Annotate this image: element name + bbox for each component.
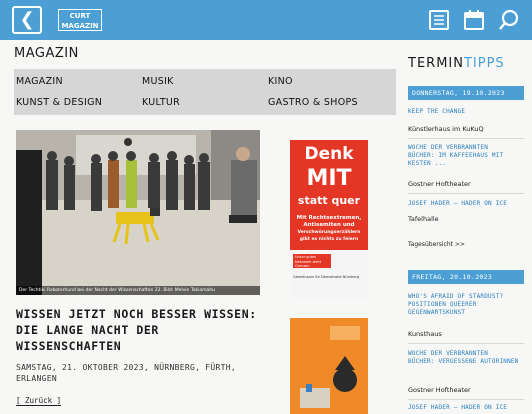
divider [408, 193, 524, 194]
logo-line1: CURT [69, 12, 91, 20]
event-location: Gostner Hoftheater [408, 180, 471, 188]
event-location: Tafelhalle [408, 215, 439, 223]
logo-line2: MAGAZIN [61, 22, 99, 30]
termin-tipps-heading: TERMINTIPPS [408, 56, 505, 71]
event-link-line1: WHO'S AFRAID OF STARDUST? [408, 293, 504, 300]
termin-title-a: TERMIN [408, 56, 464, 71]
top-bar: ❮ CURT MAGAZIN [0, 0, 532, 40]
event-link[interactable]: WHO'S AFRAID OF STARDUST? POSITIONEN QUE… [408, 293, 524, 317]
event-link[interactable]: KEEP THE CHANGE [408, 108, 524, 116]
newspaper-icon[interactable] [427, 8, 451, 32]
back-link[interactable]: [ Zurück ] [16, 396, 62, 406]
magazin-category-nav: MAGAZIN MUSIK KINO KUNST & DESIGN KULTUR… [14, 69, 396, 115]
nav-kino[interactable]: KINO [268, 76, 293, 87]
nav-musik[interactable]: MUSIK [142, 76, 174, 87]
search-icon[interactable] [497, 8, 521, 32]
ad-sub2: Antisemiten und [303, 222, 355, 228]
ad-line2: MIT [306, 166, 352, 191]
ad-lower-panel: Unser gutes Netzwerk zieht Grenzen Gemei… [290, 250, 368, 298]
event-location: Kunsthaus [408, 330, 442, 338]
article-title-line3: WISSENSCHAFTEN [16, 339, 122, 353]
ad-sub3: Verschwörungserzählern [297, 230, 361, 235]
ad-line3: statt quer [297, 194, 361, 207]
photo-caption: Der Techtiki Roboterhund bei der Nacht d… [16, 286, 260, 295]
ad-tag: Unser gutes Netzwerk zieht Grenzen [293, 254, 331, 268]
ad-line1: Denk [304, 144, 354, 164]
magazin-heading: MAGAZIN [14, 46, 79, 61]
divider [408, 399, 524, 400]
robot-dog-photo [16, 130, 260, 295]
event-location: Gostner Hoftheater [408, 386, 471, 394]
event-link[interactable]: JOSEF HADER – HADER ON ICE [408, 200, 524, 208]
termin-title-b: TIPPS [463, 56, 505, 71]
date-bar-day2: FREITAG, 20.10.2023 [408, 270, 524, 284]
event-link-line1: WOCHE DER VERBRANNTEN [408, 350, 489, 357]
divider [408, 138, 524, 139]
article-title-line2: DIE LANGE NACHT DER [16, 323, 159, 337]
date-bar-day1: DONNERSTAG, 19.10.2023 [408, 86, 524, 100]
event-link-line2: BÜCHER: VERGESSENE AUTORINNEN [408, 358, 519, 365]
nav-gastro-shops[interactable]: GASTRO & SHOPS [268, 97, 358, 108]
advert-orange[interactable] [290, 318, 368, 414]
event-link-line2: BÜCHER: IM KAFFEEHAUS MIT KESTEN ... [408, 152, 504, 167]
orange-ad-graphic [290, 318, 368, 414]
article-meta: SAMSTAG, 21. OKTOBER 2023, NÜRNBERG, FÜR… [16, 362, 260, 384]
day-overview-link[interactable]: Tagesübersicht >> [408, 241, 465, 248]
article-meta-line2: ERLANGEN [16, 374, 57, 383]
ad-sub4: gibt es nichts zu feiern [299, 237, 359, 242]
back-arrow-icon[interactable]: ❮ [12, 6, 42, 34]
advert-denk-mit[interactable]: Denk MIT statt quer Mit Rechtsextremen, … [290, 140, 368, 298]
divider [408, 343, 524, 344]
ad-sub1: Mit Rechtsextremen, [296, 215, 362, 221]
nav-kultur[interactable]: KULTUR [142, 97, 180, 108]
event-link[interactable]: WOCHE DER VERBRANNTEN BÜCHER: IM KAFFEEH… [408, 144, 524, 168]
event-link[interactable]: WOCHE DER VERBRANNTEN BÜCHER: VERGESSENE… [408, 350, 524, 366]
article-meta-line1: SAMSTAG, 21. OKTOBER 2023, NÜRNBERG, FÜR… [16, 363, 237, 372]
article-title[interactable]: WISSEN JETZT NOCH BESSER WISSEN: DIE LAN… [16, 306, 266, 354]
nav-kunst-design[interactable]: KUNST & DESIGN [16, 97, 102, 108]
event-link[interactable]: JOSEF HADER – HADER ON ICE [408, 404, 524, 412]
ad-footer: Gemeinsam für Demokratie Nürnberg [293, 275, 360, 279]
nav-magazin[interactable]: MAGAZIN [16, 76, 63, 87]
event-link-line2: POSITIONEN QUEERER GEGENWARTSKUNST [408, 301, 477, 316]
event-link-line1: WOCHE DER VERBRANNTEN [408, 144, 489, 151]
calendar-icon[interactable] [462, 8, 486, 32]
event-location: Künstlerhaus im KuKuQ [408, 125, 484, 133]
curt-magazin-logo[interactable]: CURT MAGAZIN [58, 9, 102, 31]
article-title-line1: WISSEN JETZT NOCH BESSER WISSEN: [16, 307, 257, 321]
article-photo[interactable]: Der Techtiki Roboterhund bei der Nacht d… [16, 130, 260, 295]
